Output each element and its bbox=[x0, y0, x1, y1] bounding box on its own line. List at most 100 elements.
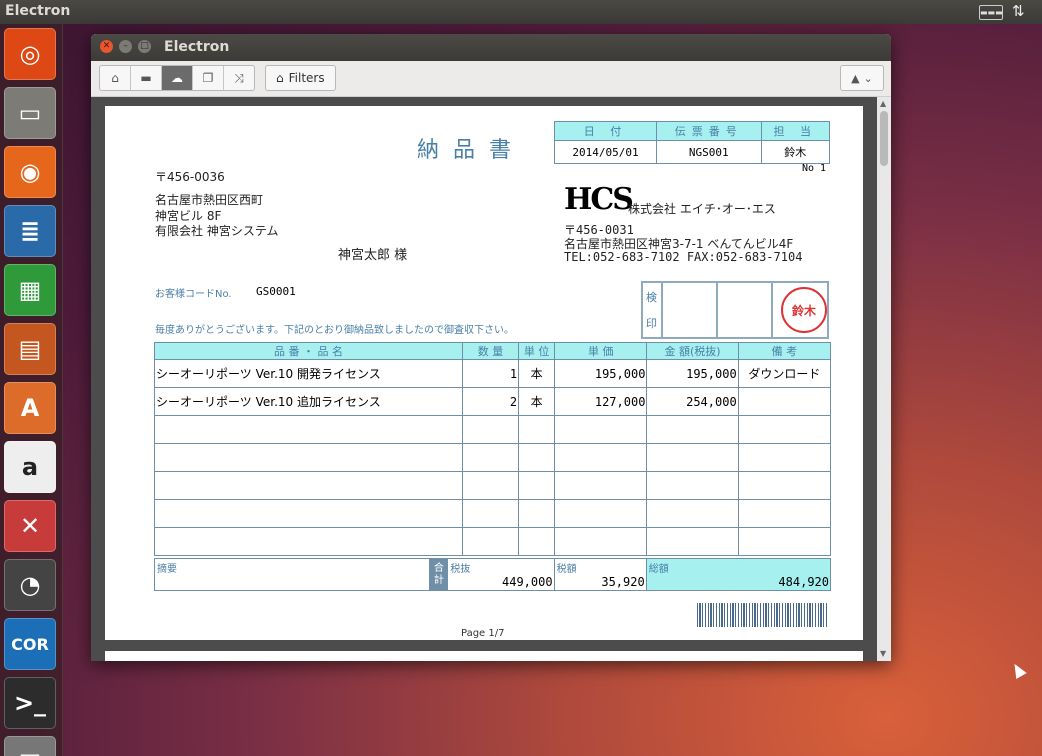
greeting-text: 毎度ありがとうございます。下記のとおり御納品致しましたので御査収下さい。 bbox=[155, 325, 514, 336]
vertical-scrollbar[interactable]: ▲ ▼ bbox=[877, 97, 891, 661]
top-panel: Electron ▬▬▬ ⇅ bbox=[0, 0, 1042, 24]
network-icon[interactable]: ⇅ bbox=[1012, 2, 1025, 20]
close-button[interactable]: ✕ bbox=[100, 40, 113, 53]
cell-note bbox=[737, 415, 832, 444]
col-unit: 単 位 bbox=[518, 342, 556, 360]
launcher-files-icon[interactable]: ▭ bbox=[4, 87, 56, 139]
window-title: Electron bbox=[164, 39, 230, 55]
memo-label: 摘要 bbox=[157, 564, 177, 575]
speaker-button[interactable]: ▲ ⌄ bbox=[840, 65, 884, 91]
cell-price: 127,000 bbox=[554, 387, 648, 416]
cell-unit: 本 bbox=[518, 359, 556, 388]
launcher-settings-icon[interactable]: ✕ bbox=[4, 500, 56, 552]
launcher-writer-icon[interactable]: ≣ bbox=[4, 205, 56, 257]
launcher-save-icon[interactable]: ▣ bbox=[4, 736, 56, 756]
tax-cell: 税額 35,920 bbox=[553, 558, 647, 591]
scroll-up-icon[interactable]: ▲ bbox=[880, 99, 886, 108]
launcher-software-center-icon[interactable]: A bbox=[4, 382, 56, 434]
cell-qty bbox=[461, 471, 520, 500]
cell-qty bbox=[461, 499, 520, 528]
scrollbar-thumb[interactable] bbox=[880, 111, 888, 166]
header-col-slip: 伝票番号 bbox=[655, 121, 762, 141]
table-row: シーオーリポーツ Ver.10 開発ライセンス 1 本 195,000 195,000 ダ… bbox=[154, 359, 832, 388]
launcher-amazon-icon[interactable]: a bbox=[4, 441, 56, 493]
inspection-label-bottom: 印 bbox=[646, 317, 657, 330]
cell-qty bbox=[461, 443, 520, 472]
window-button[interactable]: ❐ bbox=[193, 66, 224, 90]
home-button[interactable]: ⌂ bbox=[100, 66, 131, 90]
launcher-cor-icon[interactable]: COR bbox=[4, 618, 56, 670]
filters-button[interactable]: ⌂ Filters bbox=[265, 65, 336, 91]
filters-label: Filters bbox=[288, 71, 325, 85]
issuer-contact: TEL:052-683-7102 FAX:052-683-7104 bbox=[564, 250, 803, 264]
cell-unit bbox=[518, 471, 556, 500]
header-val-date: 2014/05/01 bbox=[554, 140, 657, 164]
cell-unit: 本 bbox=[518, 387, 556, 416]
app-window: ✕ – □ Electron ⌂ ▬ ☁ ❐ ⤨ ⌂ Filters ▲ ⌄ 納… bbox=[91, 34, 891, 661]
speaker-icon: ▲ bbox=[851, 71, 860, 85]
pretax-label: 税抜 bbox=[450, 564, 471, 575]
header-table: 日 付 伝票番号 担 当 2014/05/01 NGS001 鈴木 bbox=[554, 121, 830, 164]
grand-cell: 総額 484,920 bbox=[645, 558, 832, 591]
keyboard-icon[interactable]: ▬▬▬ bbox=[979, 5, 1003, 20]
cell-amount bbox=[646, 471, 739, 500]
col-amount: 金 額(税抜) bbox=[646, 342, 739, 360]
folder-button[interactable]: ▬ bbox=[131, 66, 162, 90]
launcher-disk-icon[interactable]: ◔ bbox=[4, 559, 56, 611]
items-table: 品 番 ・ 品 名 数 量 単 位 単 価 金 額(税抜) 備 考 シーオーリポ… bbox=[154, 342, 832, 556]
table-row bbox=[154, 415, 832, 444]
launcher-impress-icon[interactable]: ▤ bbox=[4, 323, 56, 375]
header-col-date: 日 付 bbox=[554, 121, 657, 141]
cell-item: シーオーリポーツ Ver.10 開発ライセンス bbox=[154, 359, 463, 388]
launcher-firefox-icon[interactable]: ◉ bbox=[4, 146, 56, 198]
barcode bbox=[697, 603, 829, 627]
cell-note bbox=[737, 471, 832, 500]
scroll-down-icon[interactable]: ▼ bbox=[880, 649, 886, 658]
cell-price bbox=[554, 471, 648, 500]
minimize-button[interactable]: – bbox=[119, 40, 132, 53]
cell-amount: 254,000 bbox=[646, 387, 739, 416]
tax-label: 税額 bbox=[556, 564, 577, 575]
cell-item bbox=[154, 527, 463, 556]
grand-label: 総額 bbox=[648, 564, 669, 575]
col-note: 備 考 bbox=[737, 342, 832, 360]
shuffle-button[interactable]: ⤨ bbox=[224, 66, 254, 90]
pretax-cell: 税抜 449,000 bbox=[447, 558, 555, 591]
customer-company: 有限会社 神宮システム bbox=[155, 224, 279, 238]
issuer-name: 株式会社 エイチ･オー･エス bbox=[628, 202, 776, 216]
pretax-value: 449,000 bbox=[502, 575, 553, 589]
launcher-terminal-icon[interactable]: >_ bbox=[4, 677, 56, 729]
cell-item bbox=[154, 443, 463, 472]
launcher-ubuntu-icon[interactable]: ◎ bbox=[4, 28, 56, 80]
page-number: Page 1/7 bbox=[461, 628, 505, 639]
cell-item bbox=[154, 499, 463, 528]
header-val-slip: NGS001 bbox=[655, 140, 762, 164]
cell-item: シーオーリポーツ Ver.10 追加ライセンス bbox=[154, 387, 463, 416]
cell-note bbox=[737, 499, 832, 528]
cell-amount: 195,000 bbox=[646, 359, 739, 388]
company-logo: HCS bbox=[564, 182, 634, 217]
cell-price bbox=[554, 415, 648, 444]
col-price: 単 価 bbox=[554, 342, 648, 360]
inspection-label-top: 検 bbox=[646, 291, 657, 304]
table-row bbox=[154, 527, 832, 556]
cell-item bbox=[154, 415, 463, 444]
cloud-button[interactable]: ☁ bbox=[162, 66, 193, 90]
customer-person: 神宮太郎 様 bbox=[338, 248, 408, 263]
cell-note bbox=[737, 443, 832, 472]
cell-price: 195,000 bbox=[554, 359, 648, 388]
cell-amount bbox=[646, 415, 739, 444]
table-row: シーオーリポーツ Ver.10 追加ライセンス 2 本 127,000 254,000 bbox=[154, 387, 832, 416]
header-val-staff: 鈴木 bbox=[760, 140, 830, 164]
launcher-calc-icon[interactable]: ▦ bbox=[4, 264, 56, 316]
doc-number: No 1 bbox=[802, 163, 827, 174]
nav-button-group: ⌂ ▬ ☁ ❐ ⤨ bbox=[99, 65, 255, 91]
chevron-down-icon: ⌄ bbox=[863, 71, 873, 85]
cell-note bbox=[737, 527, 832, 556]
maximize-button[interactable]: □ bbox=[138, 40, 151, 53]
seal-stamp: 鈴木 bbox=[781, 287, 827, 333]
stamp-cell-1 bbox=[663, 283, 718, 337]
table-row bbox=[154, 499, 832, 528]
cell-unit bbox=[518, 499, 556, 528]
window-titlebar[interactable]: ✕ – □ Electron bbox=[91, 34, 891, 61]
